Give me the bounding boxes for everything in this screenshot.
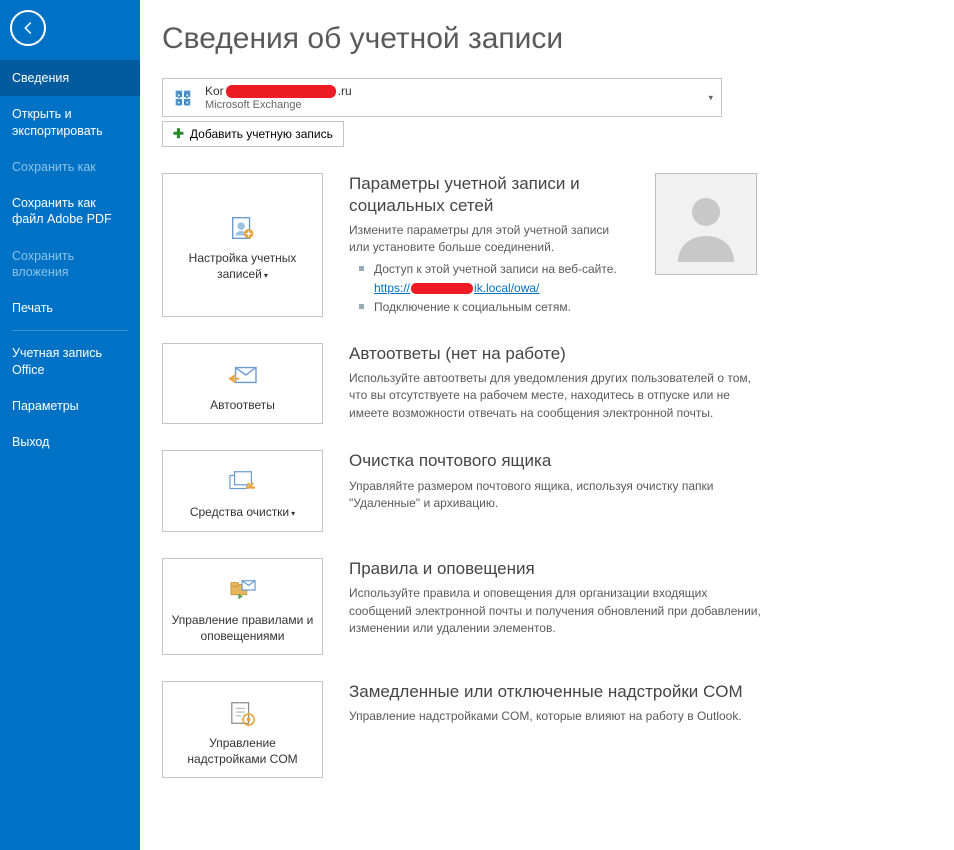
account-email: Kor.ru — [205, 84, 352, 98]
nav-office-account[interactable]: Учетная запись Office — [0, 335, 140, 388]
cleanup-desc: Управляйте размером почтового ящика, исп… — [349, 478, 769, 513]
profile-avatar[interactable] — [655, 173, 757, 275]
arrow-left-icon — [19, 19, 37, 37]
account-text: Kor.ru Microsoft Exchange — [205, 84, 352, 111]
addins-desc: Управление надстройками COM, которые вли… — [349, 708, 769, 725]
nav-save-adobe-pdf[interactable]: Сохранить как файл Adobe PDF — [0, 185, 140, 238]
nav-open-export[interactable]: Открыть и экспортировать — [0, 96, 140, 149]
rules-desc: Используйте правила и оповещения для орг… — [349, 585, 769, 637]
backstage-sidebar: Сведения Открыть и экспортировать Сохран… — [0, 0, 140, 850]
add-account-button[interactable]: ✚ Добавить учетную запись — [162, 121, 344, 147]
addins-title: Замедленные или отключенные надстройки C… — [349, 681, 769, 702]
page-title: Сведения об учетной записи — [162, 22, 928, 56]
nav-separator — [12, 330, 128, 331]
nav-exit[interactable]: Выход — [0, 424, 140, 460]
rules-title: Правила и оповещения — [349, 558, 769, 579]
nav-save-as: Сохранить как — [0, 149, 140, 185]
exchange-icon — [171, 86, 195, 110]
person-placeholder-icon — [666, 184, 746, 264]
bullet-icon — [359, 304, 364, 309]
section-addins: Управление надстройками COM Замедленные … — [162, 681, 928, 778]
nav-save-attachments: Сохранить вложения — [0, 238, 140, 291]
settings-title: Параметры учетной записи и социальных се… — [349, 173, 619, 216]
account-type: Microsoft Exchange — [205, 99, 352, 111]
autoreply-desc: Используйте автоответы для уведомления д… — [349, 370, 769, 422]
main-content: Сведения об учетной записи Kor.ru Micros… — [140, 0, 954, 850]
rules-button[interactable]: Управление правилами и оповещениями — [162, 558, 323, 655]
owa-link[interactable]: https://ik.local/owa/ — [374, 280, 539, 297]
redacted-host — [411, 283, 473, 294]
nav-options[interactable]: Параметры — [0, 388, 140, 424]
redacted-email — [226, 85, 336, 98]
section-account-settings: Настройка учетных записей▾ Параметры уче… — [162, 173, 928, 316]
back-button[interactable] — [10, 10, 46, 46]
add-account-label: Добавить учетную запись — [190, 127, 333, 141]
addins-icon — [228, 696, 258, 730]
cleanup-icon — [227, 465, 259, 499]
settings-bullet-web: Доступ к этой учетной записи на веб-сайт… — [349, 261, 619, 278]
plus-icon: ✚ — [173, 126, 184, 142]
addins-button[interactable]: Управление надстройками COM — [162, 681, 323, 778]
autoreply-icon — [228, 358, 258, 392]
nav-print[interactable]: Печать — [0, 290, 140, 326]
section-cleanup: Средства очистки▾ Очистка почтового ящик… — [162, 450, 928, 532]
bullet-icon — [359, 266, 364, 271]
account-settings-button[interactable]: Настройка учетных записей▾ — [162, 173, 323, 316]
cleanup-title: Очистка почтового ящика — [349, 450, 769, 471]
settings-bullet-social: Подключение к социальным сетям. — [349, 299, 619, 316]
section-autoreply: Автоответы Автоответы (нет на работе) Ис… — [162, 343, 928, 425]
account-selector[interactable]: Kor.ru Microsoft Exchange ▾ — [162, 78, 722, 117]
settings-link-row: https://ik.local/owa/ — [349, 280, 619, 297]
rules-icon — [227, 573, 259, 607]
nav-info[interactable]: Сведения — [0, 60, 140, 96]
cleanup-button[interactable]: Средства очистки▾ — [162, 450, 323, 532]
autoreply-button[interactable]: Автоответы — [162, 343, 323, 425]
autoreply-title: Автоответы (нет на работе) — [349, 343, 769, 364]
section-rules: Управление правилами и оповещениями Прав… — [162, 558, 928, 655]
settings-desc: Измените параметры для этой учетной запи… — [349, 222, 619, 257]
account-settings-icon — [228, 211, 258, 245]
dropdown-caret-icon: ▾ — [708, 92, 713, 103]
